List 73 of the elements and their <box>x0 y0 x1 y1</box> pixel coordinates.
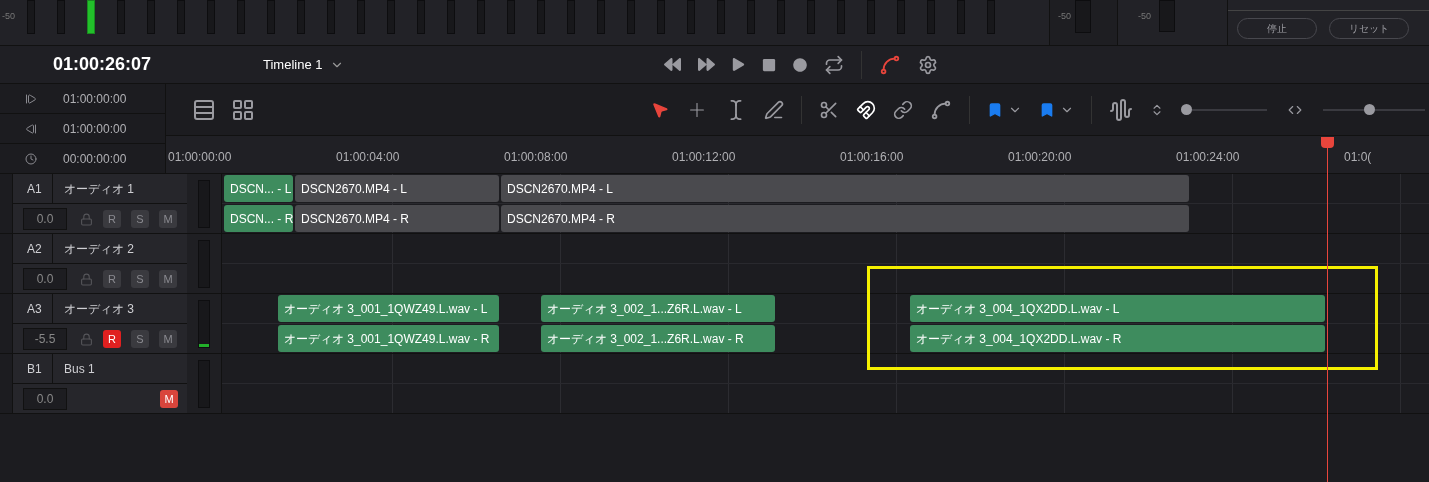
solo-button[interactable]: S <box>131 330 149 348</box>
pointer-icon[interactable] <box>651 100 669 119</box>
meter-scale-label: -50 <box>2 10 16 23</box>
grid-layout-icon[interactable] <box>231 97 255 122</box>
audio-clip[interactable]: オーディオ 3_002_1...Z6R.L.wav - L <box>541 295 775 322</box>
marker-icon[interactable] <box>1039 101 1055 118</box>
flag-icon[interactable] <box>987 101 1003 118</box>
track-meter <box>198 299 210 348</box>
volume-field[interactable]: -5.5 <box>23 328 67 350</box>
mute-button[interactable]: M <box>159 330 177 348</box>
ruler-time-label: 01:00:16:00 <box>840 149 904 166</box>
snapping-icon[interactable] <box>856 99 876 120</box>
audio-clip[interactable]: DSCN... - R <box>224 205 293 232</box>
volume-field[interactable]: 0.0 <box>23 388 67 410</box>
clock-icon <box>25 152 37 165</box>
audio-clip[interactable]: オーディオ 3_004_1QX2DD.L.wav - R <box>910 325 1325 352</box>
audio-clip[interactable]: オーディオ 3_004_1QX2DD.L.wav - L <box>910 295 1325 322</box>
timecode-field: 00:00:00:00 <box>63 149 127 168</box>
audio-clip[interactable]: DSCN... - L <box>224 175 293 202</box>
pen-icon[interactable] <box>764 99 784 120</box>
track-name: オーディオ 2 <box>63 240 134 258</box>
timeline-selector[interactable]: Timeline 1 <box>263 54 345 75</box>
track-id: A3 <box>13 294 53 323</box>
link-icon[interactable] <box>893 99 913 120</box>
play-icon[interactable] <box>732 58 746 71</box>
current-timecode: 01:00:26:07 <box>52 53 153 76</box>
skip-forward-icon <box>25 92 37 105</box>
record-button[interactable]: R <box>103 270 121 288</box>
automation-settings-icon[interactable] <box>918 54 939 75</box>
mute-button[interactable]: M <box>160 390 178 408</box>
ruler-time-label: 01:00:08:00 <box>504 149 568 166</box>
track-name: オーディオ 1 <box>63 180 134 198</box>
record-button[interactable]: R <box>103 330 121 348</box>
ruler-time-label: 01:0( <box>1344 149 1372 166</box>
track-id: B1 <box>13 354 53 383</box>
meter-scale-label: -50 <box>1138 10 1151 23</box>
ruler-time-label: 01:00:20:00 <box>1008 149 1072 166</box>
rewind-icon[interactable] <box>664 56 682 73</box>
solo-button[interactable]: S <box>131 210 149 228</box>
record-button[interactable]: R <box>103 210 121 228</box>
track-layout-icon[interactable] <box>192 97 216 122</box>
audio-clip[interactable]: オーディオ 3_002_1...Z6R.L.wav - R <box>541 325 775 352</box>
stop-icon[interactable] <box>762 57 777 72</box>
timecode-field: 01:00:00:00 <box>63 89 127 108</box>
waveform-icon[interactable] <box>1109 97 1133 122</box>
automation-toggle-icon[interactable] <box>879 53 902 76</box>
scissors-icon[interactable] <box>819 99 839 120</box>
record-icon[interactable] <box>793 57 808 72</box>
track-name: オーディオ 3 <box>63 300 134 318</box>
audio-clip[interactable]: DSCN2670.MP4 - L <box>501 175 1189 202</box>
skip-back-icon <box>25 122 37 135</box>
ruler-time-label: 01:00:12:00 <box>672 149 736 166</box>
ruler-time-label: 01:00:24:00 <box>1176 149 1240 166</box>
ruler-time-label: 01:00:00:00 <box>168 149 232 166</box>
loop-icon[interactable] <box>824 54 845 75</box>
mute-button[interactable]: M <box>159 210 177 228</box>
solo-button[interactable]: S <box>131 270 149 288</box>
track-name: Bus 1 <box>63 360 95 378</box>
curve-editor-icon[interactable] <box>930 98 952 121</box>
fast-forward-icon[interactable] <box>698 56 716 73</box>
audio-clip[interactable]: オーディオ 3_001_1QWZ49.L.wav - L <box>278 295 499 322</box>
ruler-time-label: 01:00:04:00 <box>336 149 400 166</box>
volume-field[interactable]: 0.0 <box>23 268 67 290</box>
mute-button[interactable]: M <box>159 270 177 288</box>
track-id: A1 <box>13 174 53 203</box>
audio-clip[interactable]: DSCN2670.MP4 - L <box>295 175 499 202</box>
timecode-field: 01:00:00:00 <box>63 119 127 138</box>
volume-field[interactable]: 0.0 <box>23 208 67 230</box>
audio-clip[interactable]: DSCN2670.MP4 - R <box>295 205 499 232</box>
meter-scale-label: -50 <box>1058 10 1071 23</box>
audio-clip[interactable]: オーディオ 3_001_1QWZ49.L.wav - R <box>278 325 499 352</box>
track-id: A2 <box>13 234 53 263</box>
audio-clip[interactable]: DSCN2670.MP4 - R <box>501 205 1189 232</box>
